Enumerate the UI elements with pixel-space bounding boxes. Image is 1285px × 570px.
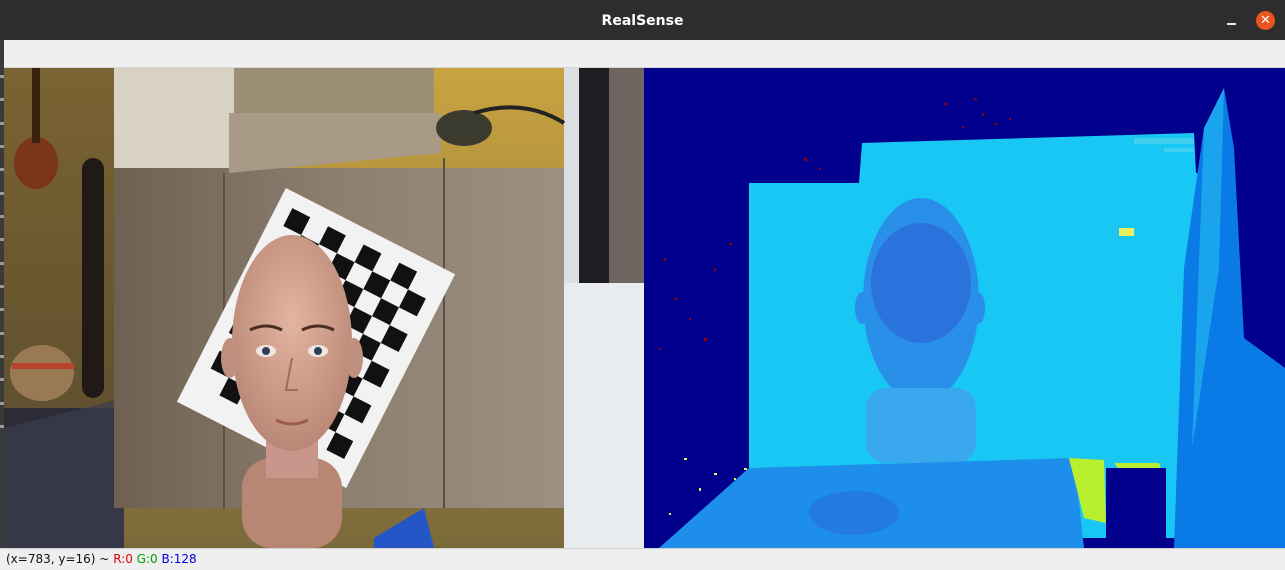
red-value: R:0 xyxy=(113,552,133,566)
close-icon: ✕ xyxy=(1260,13,1271,28)
close-button[interactable]: ✕ xyxy=(1256,11,1275,30)
color-image xyxy=(4,68,644,548)
status-bar: (x=783, y=16) ~ R:0 G:0 B:128 xyxy=(0,548,1285,570)
green-value: G:0 xyxy=(136,552,158,566)
color-stream-view[interactable] xyxy=(4,68,644,548)
depth-stream-view[interactable] xyxy=(644,68,1285,548)
blue-value: B:128 xyxy=(161,552,197,566)
window-titlebar[interactable]: RealSense ✕ xyxy=(0,0,1285,41)
cursor-coordinates: (x=783, y=16) ~ xyxy=(6,552,110,566)
minimize-button[interactable] xyxy=(1222,10,1242,30)
toolbar xyxy=(4,40,1285,68)
depth-image xyxy=(644,68,1285,548)
window-title: RealSense xyxy=(601,13,684,29)
